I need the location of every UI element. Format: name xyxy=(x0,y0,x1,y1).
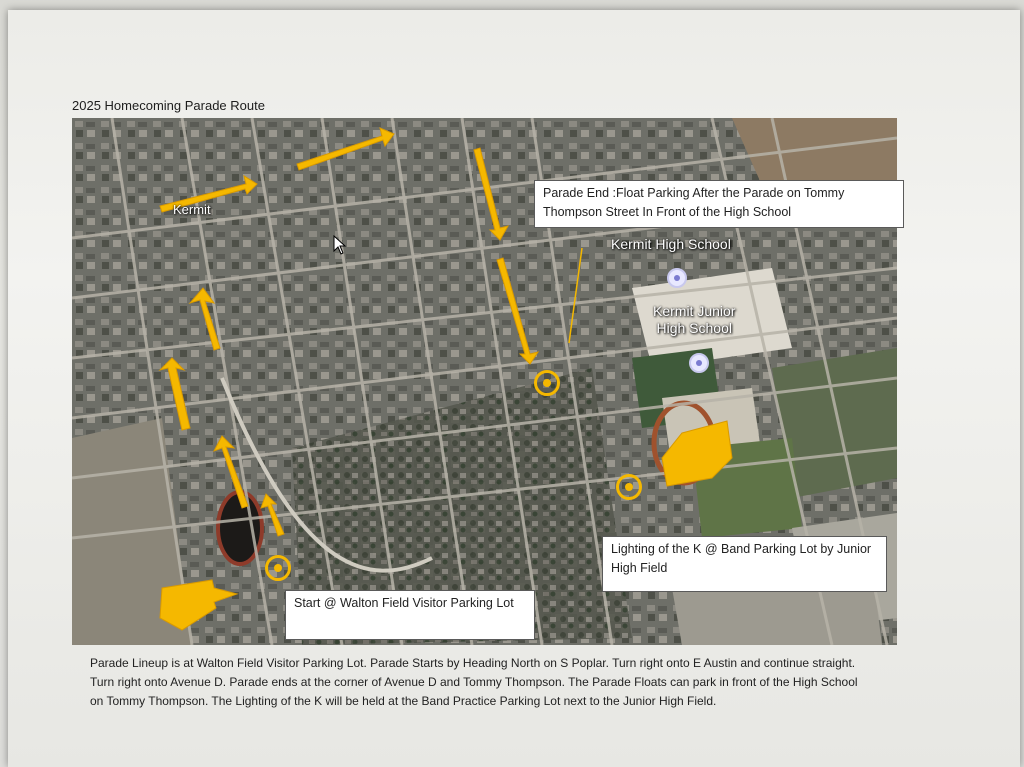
route-start-target-icon xyxy=(265,555,291,581)
route-description: Parade Lineup is at Walton Field Visitor… xyxy=(90,654,970,711)
route-description-line1: Parade Lineup is at Walton Field Visitor… xyxy=(90,656,856,670)
route-end-target-icon xyxy=(534,370,560,396)
school-pin-icon xyxy=(689,353,709,373)
map-label-junior-high-line2: High School xyxy=(656,320,732,336)
mouse-cursor-icon xyxy=(333,235,347,255)
map-label-junior-high-line1: Kermit Junior xyxy=(653,303,736,319)
callout-parade-end: Parade End :Float Parking After the Para… xyxy=(534,180,904,228)
map-label-kermit: Kermit xyxy=(173,202,211,217)
route-description-line2: Turn right onto Avenue D. Parade ends at… xyxy=(90,675,858,689)
callout-lighting-of-k: Lighting of the K @ Band Parking Lot by … xyxy=(602,536,887,592)
callout-start: Start @ Walton Field Visitor Parking Lot xyxy=(285,590,535,640)
route-description-line3: on Tommy Thompson. The Lighting of the K… xyxy=(90,694,717,708)
map-label-junior-high: Kermit Junior High School xyxy=(653,303,735,337)
document-title: 2025 Homecoming Parade Route xyxy=(72,98,265,113)
map-label-high-school: Kermit High School xyxy=(611,236,731,252)
school-pin-icon xyxy=(667,268,687,288)
lighting-target-icon xyxy=(616,474,642,500)
